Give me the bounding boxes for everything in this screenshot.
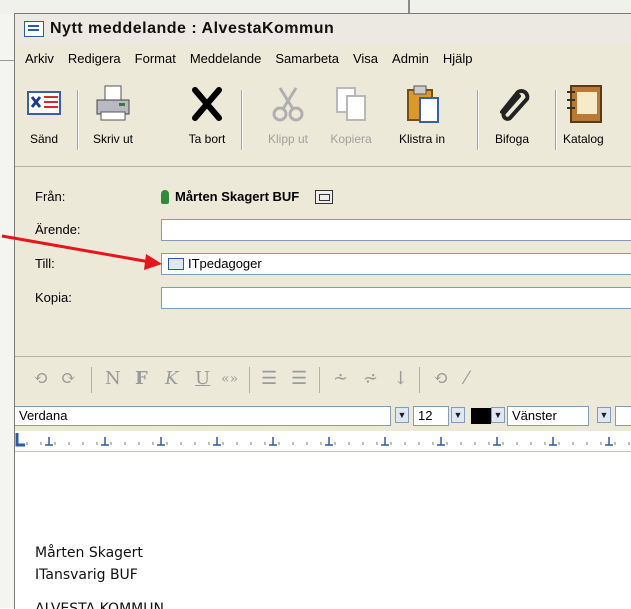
clipboard-icon [407,85,439,123]
paperclip-icon [500,88,530,121]
quote-icon[interactable]: «» [221,371,238,387]
ruler [15,431,631,452]
text-color-swatch[interactable] [471,408,491,424]
italic-icon[interactable]: K [165,368,178,389]
cut-label: Klipp ut [267,132,309,146]
title-bar[interactable]: Nytt meddelande : AlvestaKommun [15,14,631,44]
font-settings-row: Verdana ▼ 12 ▼ ▼ Vänster ▼ [15,406,631,428]
font-name-icon[interactable]: N [105,368,121,389]
spellcheck-icon[interactable]: ⟲ [433,368,448,389]
signature-line: ITansvarig BUF [35,567,138,583]
alignment-select[interactable]: Vänster [507,406,589,426]
menu-arkiv[interactable]: Arkiv [15,49,60,71]
format-separator [91,367,92,393]
menu-redigera[interactable]: Redigera [60,49,127,71]
message-header: Från: Mårten Skagert BUF Ärende: Till: I… [15,166,631,355]
menu-bar: Arkiv Redigera Format Meddelande Samarbe… [15,49,631,71]
person-icon [161,189,169,204]
subject-field[interactable] [161,219,631,241]
address-book-icon [567,85,602,123]
menu-hjalp[interactable]: Hjälp [435,49,479,71]
format-separator [319,367,320,393]
delete-button[interactable]: Ta bort [179,82,235,162]
attach-label: Bifoga [494,132,530,146]
chevron-down-icon[interactable]: ▼ [451,407,465,423]
background-divider [408,0,410,14]
copy-label: Kopiera [330,132,372,146]
subject-label: Ärende: [35,222,81,237]
bullet-list-icon[interactable]: ☰ [291,368,307,389]
catalog-button[interactable]: Katalog [563,82,631,162]
signature-line: Mårten Skagert [35,545,143,561]
copy-button[interactable]: Kopiera [321,82,381,162]
to-label: Till: [35,256,55,271]
window-title: Nytt meddelande : AlvestaKommun [50,20,335,37]
toolbar-separator [555,90,557,150]
from-value: Mårten Skagert BUF [161,189,334,204]
cc-field[interactable] [161,287,631,309]
alignment-value: Vänster [512,408,557,423]
new-message-icon [24,21,44,37]
font-family-value: Verdana [19,408,68,423]
to-field[interactable]: ITpedagoger [161,253,631,275]
underline-icon[interactable]: U [195,368,210,389]
distribution-list-icon [168,257,184,270]
cc-label: Kopia: [35,290,72,305]
bold-icon[interactable]: F [135,368,148,389]
menu-visa[interactable]: Visa [345,49,384,71]
chevron-down-icon[interactable]: ▼ [491,407,505,423]
printer-icon [96,85,130,121]
style-select[interactable] [615,406,631,426]
format-separator [249,367,250,393]
menu-admin[interactable]: Admin [384,49,435,71]
menu-meddelande[interactable]: Meddelande [182,49,268,71]
link-icon[interactable]: ⁄ [465,368,468,389]
align-icon[interactable]: ↓ [393,368,408,389]
from-name: Mårten Skagert BUF [175,189,300,204]
copy-icon [336,87,366,121]
send-icon [27,91,61,115]
chevron-down-icon[interactable]: ▼ [395,407,409,423]
print-button[interactable]: Skriv ut [81,82,145,162]
toolbar-separator [241,90,243,150]
format-separator [419,367,420,393]
left-indent-marker [15,433,25,447]
main-toolbar: Sänd Skriv ut Ta bort Klipp ut Kopiera K… [15,74,631,164]
delete-label: Ta bort [188,132,226,146]
cut-button[interactable]: Klipp ut [259,82,317,162]
paste-button[interactable]: Klistra in [389,82,455,162]
toolbar-separator [477,90,479,150]
paste-label: Klistra in [398,132,445,146]
ruler-ticks [26,437,630,446]
send-label: Sänd [29,132,59,146]
attach-button[interactable]: Bifoga [485,82,539,162]
font-size-value: 12 [418,408,433,423]
font-size-select[interactable]: 12 [413,406,449,426]
redo-icon[interactable]: ⟳ [61,368,76,389]
print-label: Skriv ut [92,132,133,146]
send-button[interactable]: Sänd [19,82,69,162]
font-family-select[interactable]: Verdana [15,406,391,426]
toolbar-separator [77,90,79,150]
from-label: Från: [35,189,66,204]
message-body-editor[interactable]: Mårten Skagert ITansvarig BUF ALVESTA KO… [15,452,631,609]
to-recipient[interactable]: ITpedagoger [168,256,262,271]
menu-format[interactable]: Format [127,49,182,71]
decrease-indent-icon[interactable]: ⩪ [333,368,348,389]
increase-indent-icon[interactable]: ⩫ [363,368,378,389]
chevron-down-icon[interactable]: ▼ [597,407,611,423]
undo-icon[interactable]: ⟲ [33,368,48,389]
scissors-icon [272,87,304,122]
catalog-label: Katalog [563,132,604,146]
address-card-icon[interactable] [315,189,334,204]
format-toolbar: ⟲ ⟳ N F K U «» ☰ ☰ ⩪ ⩫ ↓ ⟲ ⁄ [15,356,631,401]
background-window-top [0,0,631,14]
numbered-list-icon[interactable]: ☰ [261,368,277,389]
menu-samarbeta[interactable]: Samarbeta [267,49,345,71]
to-recipient-name: ITpedagoger [188,256,262,271]
compose-window: Nytt meddelande : AlvestaKommun Arkiv Re… [14,13,631,609]
delete-x-icon [192,87,222,121]
